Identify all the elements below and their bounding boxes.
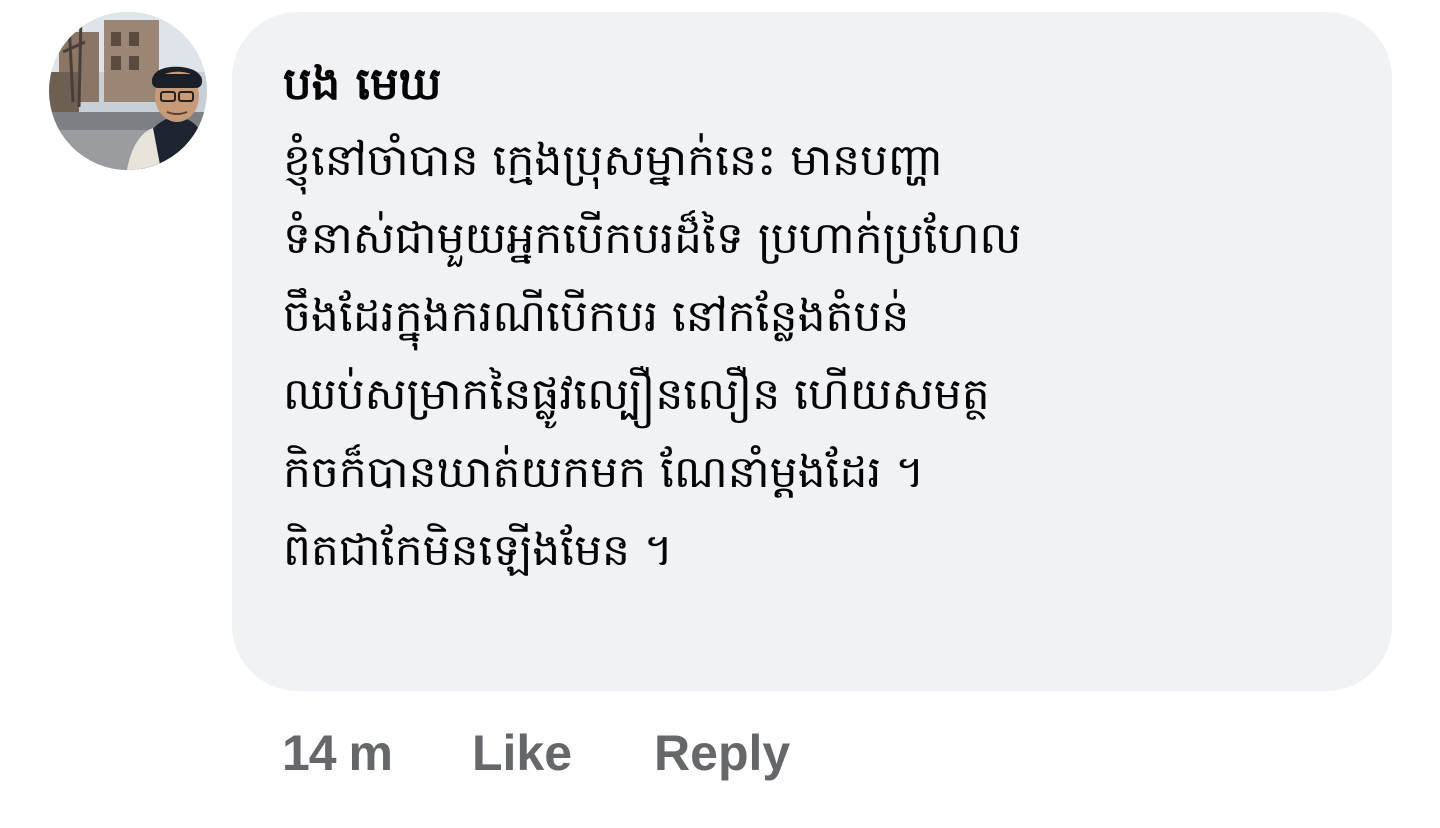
comment-actions: 14 m Like Reply — [282, 718, 790, 788]
reply-button[interactable]: Reply — [654, 724, 790, 782]
comment-bubble: បង មេឃ ខ្ញុំនៅចាំបាន ក្មេងប្រុសម្នាក់នេះ… — [232, 12, 1392, 691]
comment-text-line: ចឹងដែរក្នុងករណីបើកបរ នៅកន្លែងតំបន់ — [283, 291, 910, 342]
comment-body: ខ្ញុំនៅចាំបាន ក្មេងប្រុសម្នាក់នេះ មានបញ្… — [283, 122, 1362, 590]
comment-timestamp[interactable]: 14 m — [282, 724, 393, 782]
comment-text-line: ពិតជាកែមិនឡើងមែន ។ — [283, 525, 673, 576]
comment-text-line: កិចក៏បានឃាត់យកមក ណែនាំម្តងដែរ ។ — [283, 447, 925, 498]
comment-author-name[interactable]: បង មេឃ — [283, 54, 1362, 114]
avatar-photo — [49, 12, 207, 170]
comment-text-line: ទំនាស់ជាមួយអ្នកបើកបរដ៏ទៃ ប្រហាក់ប្រហែល — [283, 213, 1022, 264]
comment-text-line: ខ្ញុំនៅចាំបាន ក្មេងប្រុសម្នាក់នេះ មានបញ្… — [283, 135, 944, 186]
comment-text-line: ឈប់សម្រាកនៃផ្លូវល្បឿនលឿន ហើយសមត្ថ — [283, 369, 990, 420]
avatar[interactable] — [49, 12, 207, 170]
comment-screen: បង មេឃ ខ្ញុំនៅចាំបាន ក្មេងប្រុសម្នាក់នេះ… — [0, 0, 1440, 828]
like-button[interactable]: Like — [472, 724, 572, 782]
